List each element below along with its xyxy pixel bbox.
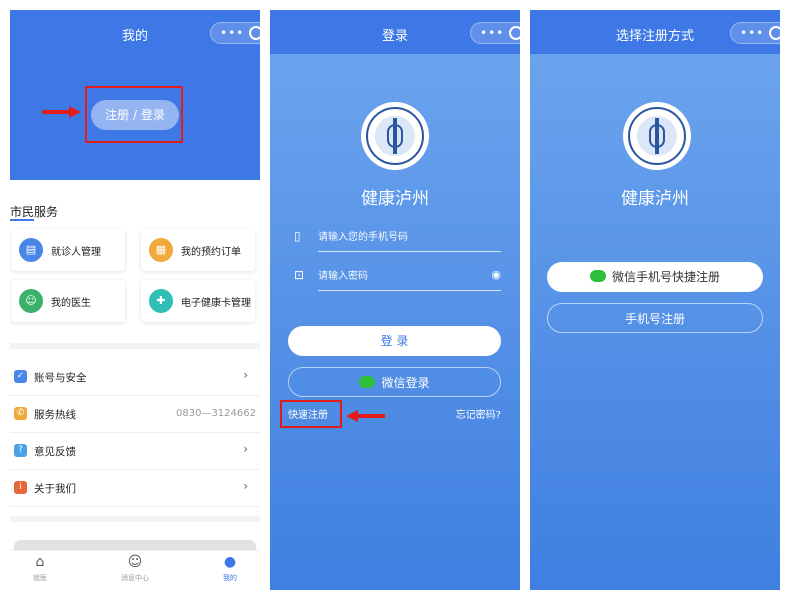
chevron-right-icon: › — [243, 479, 248, 493]
wechat-icon — [359, 376, 376, 388]
me-screen: 我的 ••• 注册 / 登录 市民服务 ▤ 就诊人管理 ▦ 我的预约订单 ☺ 我… — [10, 10, 260, 590]
wechat-phone-register-button[interactable]: 微信手机号快捷注册 — [547, 262, 763, 292]
nav-bar: 登录 ••• — [270, 10, 520, 54]
phone-icon: ▯ — [294, 229, 301, 243]
tab-messages[interactable]: ☺ 消息中心 — [105, 553, 165, 583]
more-icon[interactable]: ••• — [480, 26, 504, 40]
service-my-doctor[interactable]: ☺ 我的医生 — [11, 280, 125, 322]
health-commission-emblem — [361, 102, 429, 170]
eye-icon[interactable]: ◉ — [491, 268, 501, 281]
red-arrow — [42, 106, 82, 118]
row-feedback[interactable]: ? 意见反馈 › — [10, 433, 260, 470]
highlight-box — [280, 400, 342, 428]
tab-me[interactable]: ● 我的 — [200, 553, 260, 583]
hospital-icon: ⌂ — [35, 554, 45, 570]
phone-register-button[interactable]: 手机号注册 — [547, 303, 763, 333]
row-about-us[interactable]: i 关于我们 › — [10, 470, 260, 507]
divider — [10, 343, 260, 349]
close-icon[interactable] — [249, 26, 260, 40]
chevron-right-icon: › — [243, 442, 248, 456]
calendar-icon: ▦ — [149, 238, 173, 262]
phone-field: ▯ — [294, 224, 501, 252]
password-input[interactable] — [318, 267, 478, 285]
login-button[interactable]: 登 录 — [288, 326, 501, 356]
user-icon: ● — [223, 554, 237, 570]
password-field: ⊡ ◉ — [294, 263, 501, 291]
red-arrow — [346, 410, 386, 422]
divider — [10, 516, 260, 522]
health-card-icon: ✚ — [149, 289, 173, 313]
feedback-icon: ? — [14, 444, 27, 457]
mini-program-capsule[interactable]: ••• — [210, 22, 260, 44]
close-icon[interactable] — [509, 26, 520, 40]
id-card-icon: ▤ — [19, 238, 43, 262]
app-name: 健康泸州 — [361, 189, 429, 209]
section-title: 市民服务 — [10, 205, 59, 219]
info-icon: i — [14, 481, 27, 494]
mini-program-capsule[interactable]: ••• — [470, 22, 520, 44]
more-icon[interactable]: ••• — [220, 26, 244, 40]
section-underline — [10, 219, 34, 221]
highlight-box — [85, 86, 183, 143]
doctor-icon: ☺ — [19, 289, 43, 313]
nav-bar: 我的 ••• — [10, 10, 260, 54]
nav-bar: 选择注册方式 ••• — [530, 10, 780, 54]
lock-icon: ⊡ — [294, 268, 305, 282]
phone-input[interactable] — [318, 228, 478, 246]
phone-icon: ✆ — [14, 407, 27, 420]
wechat-login-button[interactable]: 微信登录 — [288, 367, 501, 397]
chevron-right-icon: › — [243, 368, 248, 382]
row-account-security[interactable]: ✓ 账号与安全 › — [10, 359, 260, 396]
register-method-screen: 选择注册方式 ••• 健康泸州 微信手机号快捷注册 手机号注册 — [530, 10, 780, 590]
mini-program-capsule[interactable]: ••• — [730, 22, 780, 44]
health-commission-emblem — [623, 102, 691, 170]
message-icon: ☺ — [127, 554, 143, 570]
tab-bar: ⌂ 就医 ☺ 消息中心 ● 我的 — [10, 550, 260, 590]
service-my-appointments[interactable]: ▦ 我的预约订单 — [141, 229, 255, 271]
login-screen: 登录 ••• 健康泸州 ▯ ⊡ ◉ 登 录 微信登录 快速注册 忘记密码? — [270, 10, 520, 590]
shield-icon: ✓ — [14, 370, 27, 383]
close-icon[interactable] — [769, 26, 780, 40]
service-health-card[interactable]: ✚ 电子健康卡管理 — [141, 280, 255, 322]
more-icon[interactable]: ••• — [740, 26, 764, 40]
row-service-hotline[interactable]: ✆ 服务热线 0830—3124662 — [10, 396, 260, 433]
wechat-icon — [589, 270, 606, 282]
tab-medical[interactable]: ⌂ 就医 — [10, 553, 70, 583]
service-patient-management[interactable]: ▤ 就诊人管理 — [11, 229, 125, 271]
hotline-number[interactable]: 0830—3124662 — [176, 408, 256, 419]
forgot-password-link[interactable]: 忘记密码? — [456, 406, 501, 421]
app-name: 健康泸州 — [621, 189, 689, 209]
